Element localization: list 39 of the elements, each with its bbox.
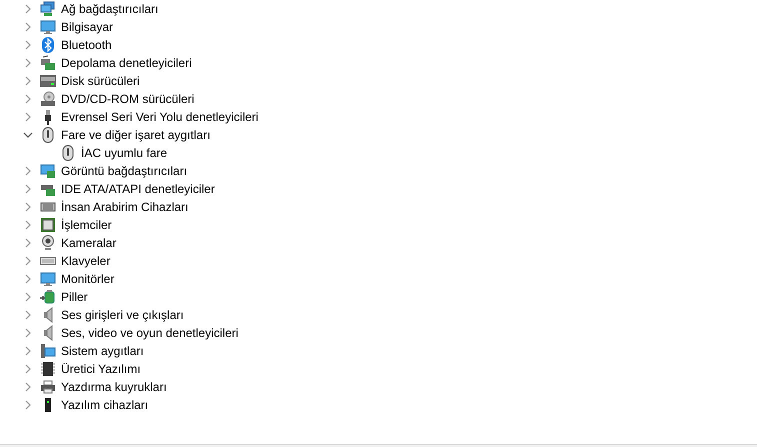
tree-item-label[interactable]: DVD/CD-ROM sürücüleri bbox=[61, 90, 194, 108]
tree-item-label[interactable]: İAC uyumlu fare bbox=[81, 144, 168, 162]
tree-item-label[interactable]: İşlemciler bbox=[61, 216, 112, 234]
tree-item-label[interactable]: Kameralar bbox=[61, 234, 116, 252]
disk-drive-icon bbox=[40, 73, 56, 89]
tree-item-label[interactable]: Depolama denetleyicileri bbox=[61, 54, 192, 72]
tree-item-label[interactable]: Disk sürücüleri bbox=[61, 72, 140, 90]
monitor-icon bbox=[40, 271, 56, 287]
tree-item-label[interactable]: Yazdırma kuyrukları bbox=[61, 378, 167, 396]
mouse-icon bbox=[60, 145, 76, 161]
webcam-icon bbox=[40, 235, 56, 251]
tree-item-label[interactable]: Yazılım cihazları bbox=[61, 396, 148, 414]
tree-item-label[interactable]: Görüntü bağdaştırıcıları bbox=[61, 162, 188, 180]
processor-icon bbox=[40, 217, 56, 233]
tree-item-label[interactable]: Evrensel Seri Veri Yolu denetleyicileri bbox=[61, 108, 258, 126]
chip-icon bbox=[40, 361, 56, 377]
bluetooth-icon bbox=[40, 37, 56, 53]
tree-item-label[interactable]: Piller bbox=[61, 288, 88, 306]
tree-item-label[interactable]: Ses, video ve oyun denetleyicileri bbox=[61, 324, 238, 342]
tree-item-label[interactable]: Ses girişleri ve çıkışları bbox=[61, 306, 184, 324]
system-devices-icon bbox=[40, 343, 56, 359]
printer-icon bbox=[40, 379, 56, 395]
storage-controller-icon bbox=[40, 55, 56, 71]
tree-item-label[interactable]: Fare ve diğer işaret aygıtları bbox=[61, 126, 210, 144]
tree-item-label[interactable]: Üretici Yazılımı bbox=[61, 360, 141, 378]
tree-item-label[interactable]: Bilgisayar bbox=[61, 18, 114, 36]
tree-item-label[interactable]: Sistem aygıtları bbox=[61, 342, 144, 360]
monitor-icon bbox=[40, 19, 56, 35]
battery-icon bbox=[40, 289, 56, 305]
mouse-icon bbox=[40, 127, 56, 143]
tree-item-label[interactable]: Ağ bağdaştırıcıları bbox=[61, 0, 158, 18]
tree-item-label[interactable]: Monitörler bbox=[61, 270, 114, 288]
display-adapter-icon bbox=[40, 163, 56, 179]
tree-item-label[interactable]: Klavyeler bbox=[61, 252, 110, 270]
dvd-drive-icon bbox=[40, 91, 56, 107]
tree-item-label[interactable]: IDE ATA/ATAPI denetleyiciler bbox=[61, 180, 215, 198]
tree-item-label[interactable]: İnsan Arabirim Cihazları bbox=[61, 198, 188, 216]
network-icon bbox=[40, 1, 56, 17]
tree-item-label[interactable]: Bluetooth bbox=[61, 36, 112, 54]
